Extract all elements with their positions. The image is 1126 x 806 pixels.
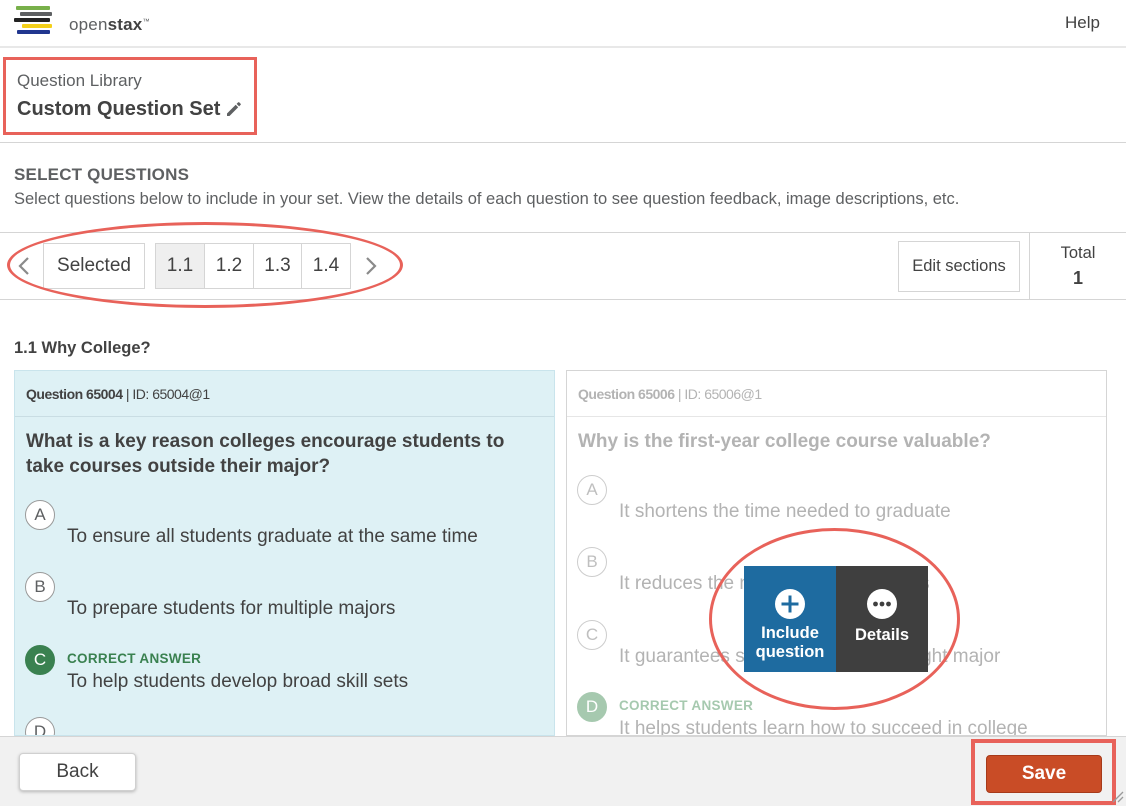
correct-answer-label: CORRECT ANSWER [619,698,754,713]
help-link[interactable]: Help [1065,13,1100,33]
select-questions-heading: SELECT QUESTIONS [14,165,190,184]
answer-option-b: B To prepare students for multiple major… [25,572,545,632]
total-count: 1 [1072,268,1083,288]
annotation-ellipse-nav [7,222,403,308]
question-id: ID: 65004@1 [132,386,210,402]
answer-letter-b: B [577,547,607,577]
back-button[interactable]: Back [19,753,136,791]
answer-text-d: It helps students learn how to succeed i… [619,718,1028,736]
answer-option-a: A To ensure all students graduate at the… [25,500,545,560]
question-stem: Why is the first-year college course val… [578,431,991,452]
divider [0,142,1126,143]
annotation-ellipse-overlay [709,528,960,710]
logo-bar-yellow [22,24,52,28]
question-library-label: Question Library [17,71,142,90]
save-button[interactable]: Save [986,755,1102,793]
save-highlight-box: Save [971,739,1116,805]
answer-text-b: To prepare students for multiple majors [67,598,396,619]
answer-letter-a: A [577,475,607,505]
logo-wordmark: openstax™ [69,15,150,34]
edit-sections-button[interactable]: Edit sections [898,241,1020,292]
answer-option-a: A It shortens the time needed to graduat… [577,475,1097,535]
answer-letter-a: A [25,500,55,530]
pencil-icon[interactable] [225,100,243,118]
question-set-name: Custom Question Set [17,98,221,120]
answer-letter-c: C [25,645,55,675]
logo-bar-green [16,6,50,10]
question-card-65004[interactable]: Question 65004 | ID: 65004@1 What is a k… [14,370,555,736]
logo-bar-grey [20,12,52,16]
total-label: Total [1060,244,1096,262]
answer-letter-d: D [25,717,55,735]
answer-letter-b: B [25,572,55,602]
logo-bar-black [14,18,50,22]
question-number: Question 65004 [26,386,123,402]
resize-grip-icon[interactable] [1110,789,1124,803]
question-number: Question 65006 [578,386,675,402]
answer-option-d: D [25,717,545,735]
correct-answer-label: CORRECT ANSWER [67,651,202,666]
footer-bar: Back Save [0,736,1126,806]
openstax-logo[interactable]: openstax™ [14,6,164,40]
answer-letter-c: C [577,620,607,650]
section-heading: 1.1 Why College? [14,339,151,357]
answer-letter-d: D [577,692,607,722]
answer-option-c: C CORRECT ANSWER To help students develo… [25,645,545,705]
answer-text-a: To ensure all students graduate at the s… [67,526,478,547]
logo-bar-blue [17,30,50,34]
question-stem: What is a key reason colleges encourage … [26,431,505,477]
answer-text-a: It shortens the time needed to graduate [619,501,951,522]
question-id: ID: 65006@1 [684,386,762,402]
answer-text-c: To help students develop broad skill set… [67,671,409,692]
select-questions-description: Select questions below to include in you… [14,190,960,208]
question-set-title-block: Question Library Custom Question Set [3,57,257,135]
question-card-header: Question 65004 | ID: 65004@1 [15,371,554,417]
question-card-header: Question 65006 | ID: 65006@1 [567,371,1106,417]
top-bar: openstax™ Help [0,0,1126,48]
